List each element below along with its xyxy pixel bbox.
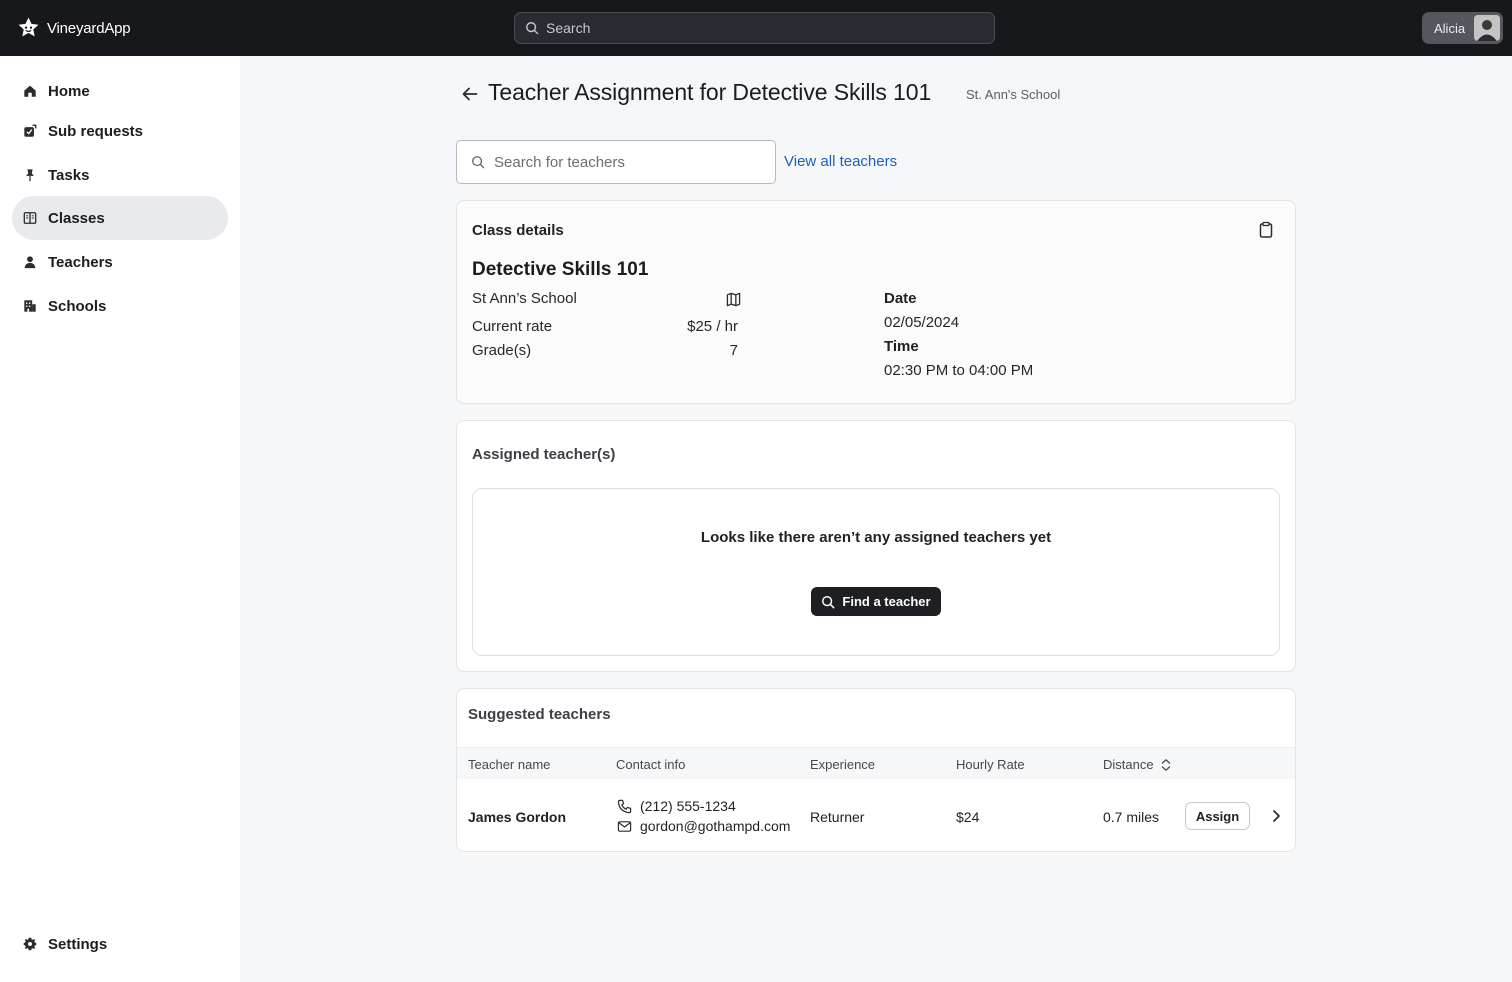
current-rate-value: $25 / hr	[687, 318, 738, 335]
current-rate-label: Current rate	[472, 318, 553, 335]
empty-state-message: Looks like there aren’t any assigned tea…	[700, 529, 1052, 546]
assigned-teachers-card: Assigned teacher(s) Looks like there are…	[456, 420, 1296, 672]
teacher-email: gordon@gothampd.com	[617, 818, 790, 834]
view-all-teachers-link[interactable]: View all teachers	[784, 153, 897, 170]
chevron-right-icon[interactable]	[1268, 808, 1284, 824]
table-header: Teacher name Contact info Experience Hou…	[457, 747, 1295, 779]
teacher-phone: (212) 555-1234	[617, 798, 736, 814]
find-teacher-label: Find a teacher	[842, 594, 931, 609]
suggested-teachers-heading: Suggested teachers	[468, 706, 611, 723]
search-icon	[472, 156, 485, 169]
home-icon	[24, 85, 36, 97]
global-search-input[interactable]	[546, 20, 966, 36]
find-teacher-button[interactable]: Find a teacher	[811, 587, 941, 616]
sidebar-item-label: Home	[48, 82, 90, 100]
column-header-contact-info: Contact info	[616, 757, 686, 772]
top-bar: VineyardApp Alicia	[0, 0, 1512, 56]
suggested-teachers-card: Suggested teachers Teacher name Contact …	[456, 688, 1296, 852]
sub-requests-icon	[24, 124, 37, 137]
sidebar-item-label: Sub requests	[48, 122, 144, 140]
person-icon	[24, 256, 36, 269]
sidebar-item-classes[interactable]: Classes	[12, 196, 228, 240]
book-icon	[23, 212, 37, 224]
app-name: VineyardApp	[47, 19, 131, 37]
app-logo[interactable]: VineyardApp	[16, 15, 131, 41]
phone-icon	[617, 799, 632, 813]
building-icon	[24, 300, 36, 312]
sidebar-item-sub-requests[interactable]: Sub requests	[12, 109, 228, 153]
phone-text: (212) 555-1234	[640, 798, 736, 814]
avatar[interactable]	[1474, 15, 1500, 41]
date-label: Date	[884, 290, 917, 307]
teacher-hourly-rate: $24	[956, 809, 980, 825]
teacher-search-input[interactable]	[494, 153, 764, 171]
time-label: Time	[884, 338, 919, 355]
column-header-hourly-rate: Hourly Rate	[956, 757, 1025, 772]
grade-value: 7	[729, 342, 738, 359]
time-value: 02:30 PM to 04:00 PM	[884, 362, 1034, 379]
user-menu[interactable]: Alicia	[1422, 12, 1503, 44]
search-icon	[526, 22, 539, 35]
search-icon	[822, 595, 835, 608]
mail-icon	[617, 820, 632, 832]
column-header-experience: Experience	[810, 757, 876, 772]
class-school: St Ann’s School	[472, 290, 577, 307]
email-text: gordon@gothampd.com	[640, 818, 791, 834]
vineyard-logo-icon	[18, 17, 39, 36]
sidebar-item-home[interactable]: Home	[12, 69, 228, 113]
teacher-experience: Returner	[810, 809, 865, 825]
grade-label: Grade(s)	[472, 342, 532, 359]
map-icon[interactable]	[726, 292, 741, 307]
sidebar-item-tasks[interactable]: Tasks	[12, 153, 228, 197]
sort-icon[interactable]	[1160, 758, 1172, 772]
sidebar-item-label: Settings	[48, 935, 108, 953]
sidebar-item-label: Schools	[48, 297, 107, 315]
sidebar: Home Sub requests Tasks Classes Teachers…	[0, 56, 240, 982]
sidebar-item-schools[interactable]: Schools	[12, 284, 228, 328]
gear-icon	[23, 937, 37, 951]
user-name: Alicia	[1434, 20, 1466, 36]
class-details-card: Class details Detective Skills 101 St An…	[456, 200, 1296, 404]
assign-button[interactable]: Assign	[1185, 802, 1250, 830]
page-subtitle: St. Ann's School	[966, 87, 1061, 102]
page-title: Teacher Assignment for Detective Skills …	[488, 79, 932, 105]
back-arrow-icon[interactable]	[460, 84, 480, 104]
pin-icon	[26, 169, 34, 182]
empty-state: Looks like there aren’t any assigned tea…	[472, 488, 1280, 656]
column-header-distance[interactable]: Distance	[1103, 757, 1154, 772]
user-avatar-icon	[1474, 15, 1500, 41]
sidebar-item-label: Tasks	[48, 166, 90, 184]
date-value: 02/05/2024	[884, 314, 960, 331]
teacher-search[interactable]	[456, 140, 776, 184]
sidebar-item-settings[interactable]: Settings	[12, 922, 228, 966]
sidebar-item-label: Classes	[48, 209, 105, 227]
class-details-heading: Class details	[472, 222, 564, 239]
assigned-teachers-heading: Assigned teacher(s)	[472, 446, 616, 463]
clipboard-icon[interactable]	[1257, 221, 1275, 239]
teacher-distance: 0.7 miles	[1103, 809, 1160, 825]
sidebar-item-teachers[interactable]: Teachers	[12, 240, 228, 284]
teacher-name: James Gordon	[468, 809, 567, 825]
column-header-teacher-name: Teacher name	[468, 757, 551, 772]
sidebar-item-label: Teachers	[48, 253, 113, 271]
global-search[interactable]	[514, 12, 995, 44]
class-name: Detective Skills 101	[472, 259, 649, 280]
